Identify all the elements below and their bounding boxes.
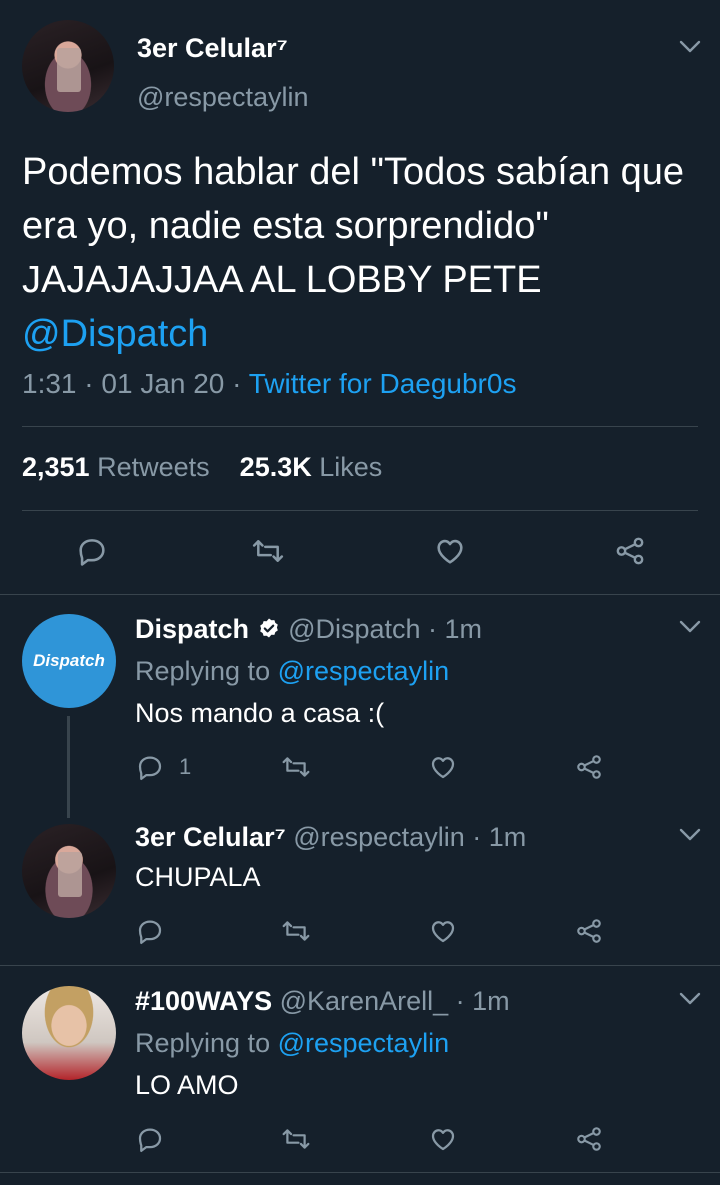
like-icon [431,1129,455,1151]
retweet-button[interactable] [250,534,286,568]
separator: · [420,614,445,644]
tweet-stats: 2,351 Retweets 25.3K Likes [22,452,382,483]
retweets-label: Retweets [97,452,210,482]
user-handle[interactable]: @Dispatch [288,614,420,644]
avatar[interactable] [22,20,114,112]
avatar[interactable] [22,986,116,1080]
share-button[interactable] [573,1124,605,1154]
verified-icon [259,618,278,638]
like-button[interactable] [428,916,458,946]
share-icon [577,755,601,779]
replying-to-label: Replying to [135,1028,271,1058]
reply-button[interactable] [135,916,165,946]
reply-header: 3er Celular⁷ @respectaylin · 1m [135,822,526,853]
tweet-text: Nos mando a casa :( [135,698,385,728]
separator: · [224,368,249,399]
reply-header: Dispatch @Dispatch · 1m [135,614,482,645]
tweet-text: CHUPALA [135,862,261,892]
tweet-text: LO AMO [135,1070,239,1100]
divider [22,426,698,427]
retweet-icon [252,540,284,562]
reply-button[interactable]: 1 [135,752,191,782]
display-name[interactable]: 3er Celular⁷ [135,822,286,852]
share-icon [577,1127,601,1151]
reply-button[interactable] [75,534,109,568]
likes-label: Likes [319,452,383,482]
likes-stat[interactable]: 25.3K Likes [240,452,383,482]
divider [22,510,698,511]
retweet-icon [282,921,310,941]
retweet-button[interactable] [280,1124,312,1154]
tweet-time: 1:31 [22,368,77,399]
display-name[interactable]: 3er Celular⁷ [137,33,288,64]
tweet-source-link[interactable]: Twitter for Daegubr0s [249,368,517,399]
chevron-down-icon[interactable] [679,828,701,842]
retweets-stat[interactable]: 2,351 Retweets [22,452,210,482]
chevron-down-icon[interactable] [679,620,701,634]
thread-line [67,716,70,818]
share-icon [616,537,644,565]
replying-to: Replying to @respectaylin [135,1028,449,1059]
retweet-icon [282,757,310,777]
chevron-down-icon[interactable] [679,40,701,54]
mention-link[interactable]: @Dispatch [22,313,208,355]
user-handle[interactable]: @respectaylin [137,82,308,113]
reply-header: #100WAYS @KarenArell_ · 1m [135,986,510,1017]
section-divider [0,965,720,966]
avatar-logo-text: Dispatch [33,651,105,670]
section-divider [0,1172,720,1173]
separator: · [76,368,102,399]
replying-to-label: Replying to [135,656,271,686]
tweet-age: 1m [444,614,483,644]
avatar[interactable] [22,824,116,918]
display-name[interactable]: #100WAYS [135,986,272,1016]
avatar[interactable]: Dispatch [22,614,116,708]
tweet-text: Podemos hablar del "Todos sabían que era… [22,145,702,361]
retweet-icon [282,1129,310,1149]
share-button[interactable] [573,916,605,946]
chevron-down-icon[interactable] [679,992,701,1006]
tweet-meta: 1:31 · 01 Jan 20 · Twitter for Daegubr0s [22,368,516,400]
like-button[interactable] [428,752,458,782]
user-handle[interactable]: @KarenArell_ [280,986,449,1016]
like-button[interactable] [428,1124,458,1154]
share-icon [577,919,601,943]
tweet-date: 01 Jan 20 [101,368,225,399]
reply-icon [138,1128,162,1152]
reply-icon [138,756,162,780]
display-name[interactable]: Dispatch [135,614,249,644]
like-icon [431,921,455,943]
user-handle[interactable]: @respectaylin [293,822,464,852]
reply-button[interactable] [135,1124,165,1154]
separator: · [448,986,473,1016]
reply-icon [79,539,105,566]
mention-link[interactable]: @respectaylin [278,656,449,686]
retweet-button[interactable] [280,752,312,782]
tweet-age: 1m [472,986,510,1016]
like-icon [437,539,463,564]
section-divider [0,594,720,595]
retweet-button[interactable] [280,916,312,946]
like-icon [431,757,455,779]
main-tweet: 3er Celular⁷ @respectaylin Podemos habla… [0,0,720,594]
like-button[interactable] [433,534,467,568]
reply-count: 1 [179,754,192,779]
share-button[interactable] [612,534,648,568]
separator: · [464,822,489,852]
mention-link[interactable]: @respectaylin [278,1028,449,1058]
tweet-age: 1m [488,822,527,852]
likes-count: 25.3K [239,452,312,482]
tweet-text-body: Podemos hablar del "Todos sabían que era… [22,151,685,301]
retweets-count: 2,351 [22,452,90,482]
replying-to: Replying to @respectaylin [135,656,449,687]
reply-icon [138,920,162,944]
share-button[interactable] [573,752,605,782]
